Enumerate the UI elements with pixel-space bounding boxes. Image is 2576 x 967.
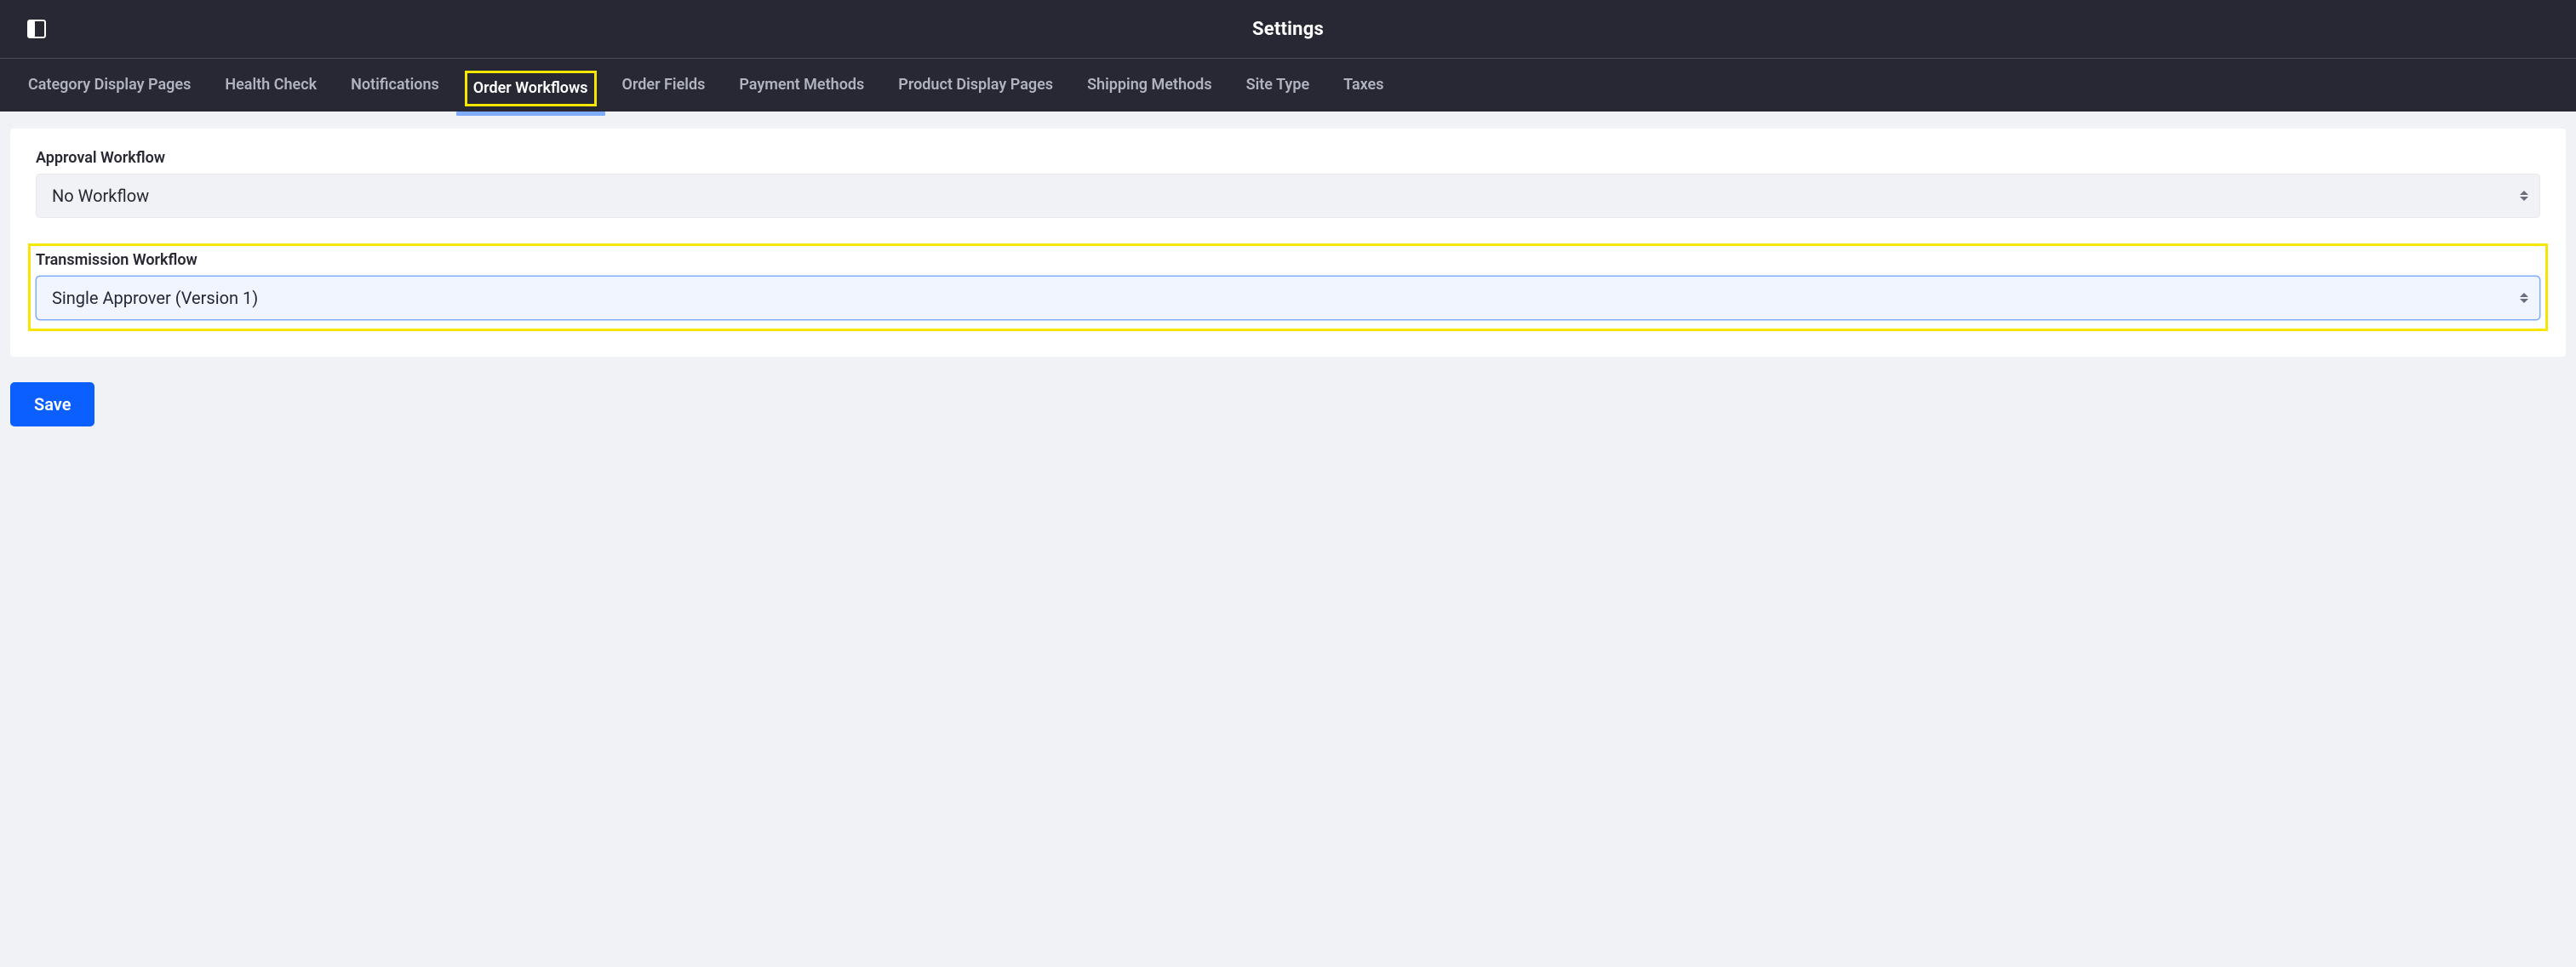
tab-notifications[interactable]: Notifications [351,59,439,112]
tab-product-display-pages[interactable]: Product Display Pages [898,59,1053,112]
approval-workflow-label: Approval Workflow [36,149,2540,167]
approval-workflow-select-wrap: No Workflow [36,174,2540,218]
tab-order-fields[interactable]: Order Fields [622,59,706,112]
header-bar: Settings [0,0,2576,59]
field-transmission-workflow: Transmission Workflow Single Approver (V… [28,243,2548,331]
tab-taxes[interactable]: Taxes [1343,59,1383,112]
save-button[interactable]: Save [10,382,94,426]
tabs-nav: Category Display Pages Health Check Noti… [0,59,2576,112]
sidebar-toggle-button[interactable] [27,20,46,38]
tab-payment-methods[interactable]: Payment Methods [739,59,864,112]
tab-category-display-pages[interactable]: Category Display Pages [28,59,191,112]
transmission-workflow-select[interactable]: Single Approver (Version 1) [36,276,2540,320]
approval-workflow-select[interactable]: No Workflow [36,174,2540,218]
tab-site-type[interactable]: Site Type [1246,59,1310,112]
transmission-workflow-label: Transmission Workflow [36,251,2540,269]
transmission-workflow-select-wrap: Single Approver (Version 1) [36,276,2540,320]
settings-panel: Approval Workflow No Workflow Transmissi… [10,129,2566,357]
page-title: Settings [1252,19,1324,40]
tab-health-check[interactable]: Health Check [225,59,317,112]
form-actions: Save [10,382,2566,426]
tab-shipping-methods[interactable]: Shipping Methods [1087,59,1212,112]
panel-left-icon [27,20,46,38]
field-approval-workflow: Approval Workflow No Workflow [36,149,2540,218]
tab-order-workflows[interactable]: Order Workflows [465,71,597,106]
